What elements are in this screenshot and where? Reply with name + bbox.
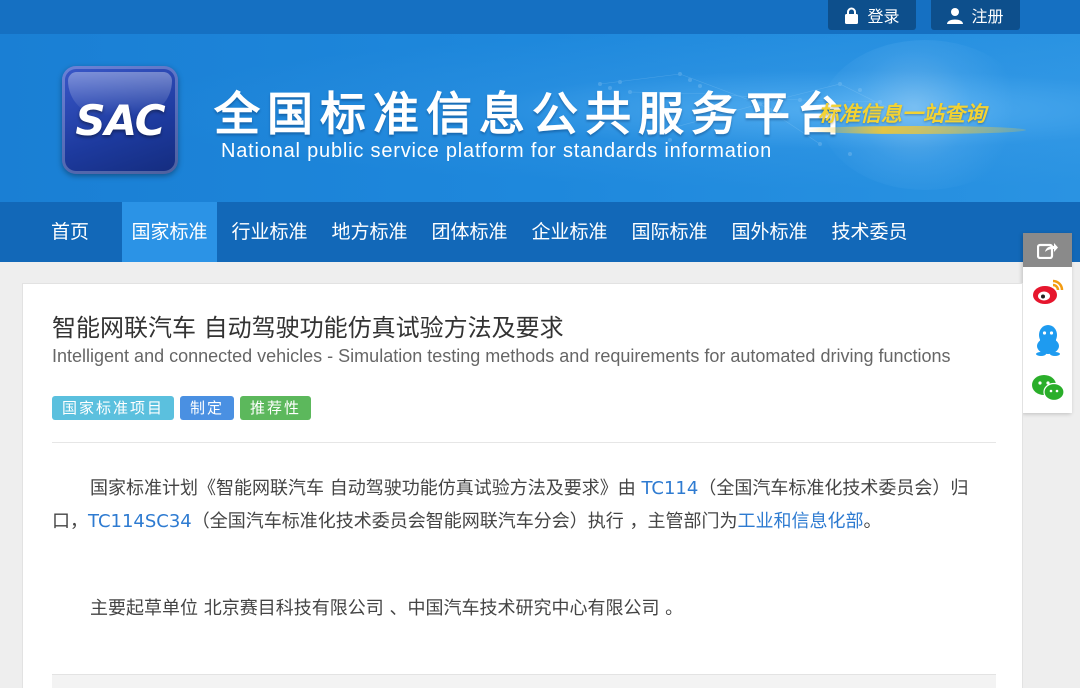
standard-title-en: Intelligent and connected vehicles - Sim… <box>52 346 951 366</box>
tag-national-project: 国家标准项目 <box>52 396 175 420</box>
login-button[interactable]: 登录 <box>828 0 916 30</box>
site-subtitle: National public service platform for sta… <box>221 140 773 162</box>
standard-detail-card: 智能网联汽车 自动驾驶功能仿真试验方法及要求 Intelligent and c… <box>22 283 1023 688</box>
tc114-link[interactable]: TC114 <box>641 478 698 499</box>
drafting-units: 主要起草单位 北京赛目科技有限公司 、中国汽车技术研究中心有限公司 。 <box>90 598 684 619</box>
standard-title-cn: 智能网联汽车 自动驾驶功能仿真试验方法及要求 <box>52 314 564 342</box>
tag-list: 国家标准项目 制定 推荐性 <box>52 396 312 420</box>
nav-item-local-standards[interactable]: 地方标准 <box>322 202 417 262</box>
user-icon <box>947 7 964 24</box>
sac-logo[interactable]: SAC <box>62 66 178 174</box>
weibo-icon[interactable] <box>1029 275 1066 309</box>
nav-item-industry-standards[interactable]: 行业标准 <box>222 202 317 262</box>
plan-description: 国家标准计划《智能网联汽车 自动驾驶功能仿真试验方法及要求》由 TC114（全国… <box>52 478 969 532</box>
nav-item-foreign-standards[interactable]: 国外标准 <box>722 202 817 262</box>
lock-icon <box>844 7 859 24</box>
tc114sc34-link[interactable]: TC114SC34 <box>88 511 192 532</box>
logo-text: SAC <box>75 96 165 145</box>
ministry-link[interactable]: 工业和信息化部 <box>737 511 863 532</box>
share-icon[interactable] <box>1023 233 1072 267</box>
share-sidebar <box>1023 233 1072 413</box>
header-banner: SAC 全国标准信息公共服务平台 National public service… <box>0 34 1080 202</box>
top-bar: 登录 注册 <box>0 0 1080 34</box>
nav-item-group-standards[interactable]: 团体标准 <box>422 202 517 262</box>
qq-icon[interactable] <box>1029 323 1066 357</box>
nav-item-home[interactable]: 首页 <box>38 202 102 262</box>
nav-item-enterprise-standards[interactable]: 企业标准 <box>522 202 617 262</box>
nav-item-national-standards[interactable]: 国家标准 <box>122 202 217 262</box>
nav-item-international-standards[interactable]: 国际标准 <box>622 202 717 262</box>
tag-formulate: 制定 <box>180 396 235 420</box>
nav-item-technical-committees[interactable]: 技术委员 <box>822 202 917 262</box>
divider <box>52 442 996 443</box>
wechat-icon[interactable] <box>1029 371 1066 405</box>
slogan: 标准信息一站查询 <box>818 101 986 126</box>
login-label: 登录 <box>867 7 900 26</box>
site-title: 全国标准信息公共服务平台 <box>214 87 850 141</box>
tag-recommended: 推荐性 <box>240 396 312 420</box>
register-label: 注册 <box>971 7 1004 26</box>
main-nav: 首页 国家标准 行业标准 地方标准 团体标准 企业标准 国际标准 国外标准 技术… <box>0 202 1080 262</box>
section-footer <box>52 674 996 688</box>
register-button[interactable]: 注册 <box>931 0 1020 30</box>
